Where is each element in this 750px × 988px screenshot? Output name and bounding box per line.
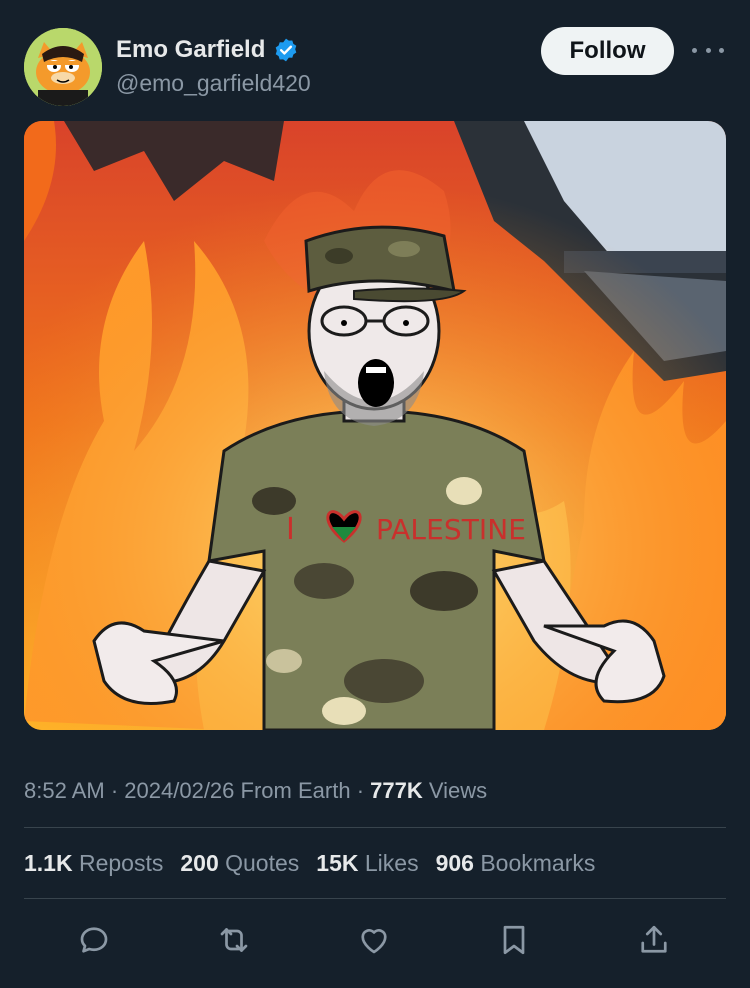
bookmarks-stat[interactable]: 906 Bookmarks	[436, 850, 596, 877]
display-name[interactable]: Emo Garfield	[116, 36, 265, 64]
likes-count: 15K	[316, 850, 359, 876]
more-options-icon[interactable]	[692, 36, 724, 64]
divider	[24, 827, 726, 828]
follow-button[interactable]: Follow	[541, 27, 674, 75]
reposts-stat[interactable]: 1.1K Reposts	[24, 850, 163, 877]
meta-separator: ·	[110, 778, 119, 803]
action-bar	[0, 918, 750, 964]
bookmarks-count: 906	[435, 850, 474, 876]
verified-badge-icon[interactable]	[273, 37, 299, 63]
name-row: Emo Garfield	[116, 36, 299, 64]
likes-label: Likes	[364, 850, 419, 876]
tweet-location: From Earth	[240, 778, 351, 803]
repost-icon[interactable]	[212, 918, 256, 962]
reply-icon[interactable]	[72, 918, 116, 962]
divider	[24, 898, 726, 899]
quotes-label: Quotes	[225, 850, 300, 876]
bookmark-icon[interactable]	[492, 918, 536, 962]
tweet-meta: 8:52 AM · 2024/02/26 From Earth · 777K V…	[24, 778, 487, 804]
bookmarks-label: Bookmarks	[480, 850, 596, 876]
avatar[interactable]	[24, 28, 102, 106]
shirt-text-i: I	[286, 512, 295, 547]
share-icon[interactable]	[632, 918, 676, 962]
tweet-date[interactable]: 2024/02/26	[124, 778, 234, 803]
shirt-text-palestine: PALESTINE	[376, 513, 526, 546]
likes-stat[interactable]: 15K Likes	[316, 850, 418, 877]
garfield-avatar-image	[24, 28, 102, 106]
meta-separator: ·	[356, 778, 365, 803]
tweet-time[interactable]: 8:52 AM	[24, 778, 105, 803]
reposts-label: Reposts	[78, 850, 164, 876]
quotes-stat[interactable]: 200 Quotes	[180, 850, 299, 877]
views-label: Views	[428, 778, 488, 803]
like-icon[interactable]	[352, 918, 396, 962]
views-count: 777K	[370, 778, 423, 803]
quotes-count: 200	[180, 850, 219, 876]
tweet-header: Emo Garfield @emo_garfield420 Follow	[0, 0, 750, 110]
tweet-image[interactable]: I PALESTINE	[24, 121, 726, 730]
fire-soyjak-illustration: I PALESTINE	[24, 121, 726, 730]
tweet-stats: 1.1K Reposts 200 Quotes 15K Likes 906 Bo…	[24, 850, 595, 877]
user-handle[interactable]: @emo_garfield420	[116, 70, 311, 97]
reposts-count: 1.1K	[24, 850, 73, 876]
